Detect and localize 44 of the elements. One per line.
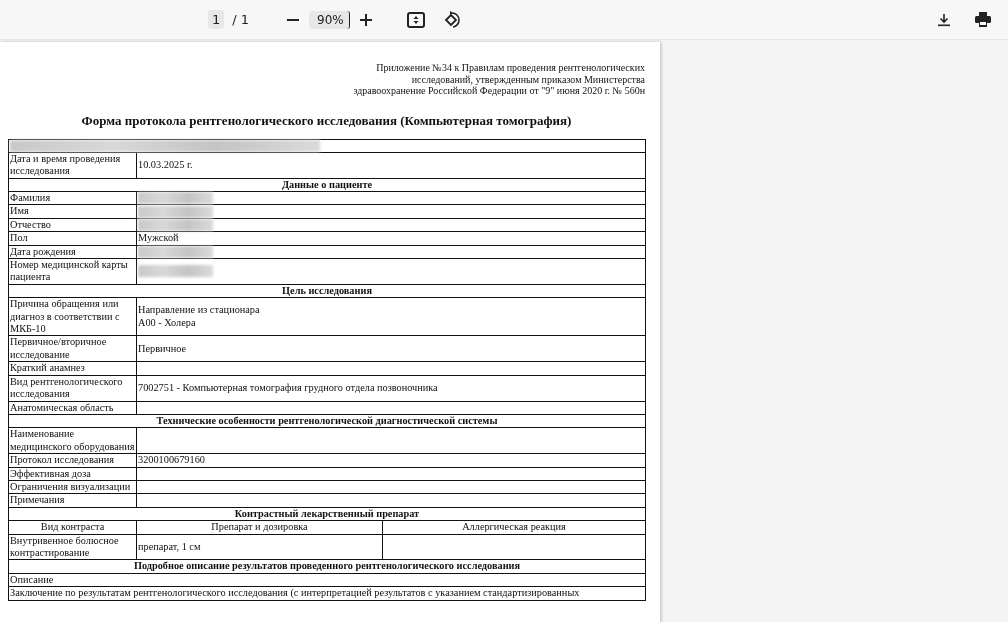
page-count: / 1 — [232, 12, 250, 27]
print-icon[interactable] — [972, 9, 994, 30]
column-header: Препарат и дозировка — [136, 520, 383, 535]
field-label: Описание — [8, 573, 646, 587]
section-heading: Данные о пациенте — [8, 178, 646, 192]
field-label: Номер медицинской карты пациента — [8, 258, 137, 285]
field-label: Вид рентгенологического исследования — [8, 375, 137, 401]
field-value: Первичное — [136, 335, 646, 362]
field-label: Протокол исследования — [8, 453, 137, 468]
section-heading: Цель исследования — [8, 284, 646, 298]
field-label: Причина обращения или диагноз в соответствии с МКБ-10 — [8, 297, 137, 336]
field-label: Примечания — [8, 493, 137, 508]
field-label: Дата рождения — [8, 245, 137, 259]
field-label: Краткий анамнез — [8, 361, 137, 376]
field-value: 7002751 - Компьютерная томография грудного отдела позвоночника — [136, 375, 646, 401]
field-label: Внутривенное болюсное контрастирование — [8, 534, 137, 560]
column-header: Вид контраста — [8, 520, 137, 535]
field-label: Ограничения визуализации — [8, 480, 137, 494]
appendix-text: здравоохранение Российской Федерации от "9" июня 2020 г. № 560н — [352, 85, 645, 97]
field-label: Дата и время проведения исследования — [8, 152, 137, 179]
section-heading: Подробное описание результатов проведенного рентгенологического исследования — [8, 559, 646, 574]
field-label: Имя — [8, 204, 137, 219]
field-value: Направление из стационара А00 - Холера — [136, 297, 646, 336]
field-label: Эффективная доза — [8, 467, 137, 481]
field-label: Фамилия — [8, 191, 137, 205]
page-number-field[interactable]: 1 — [208, 10, 225, 29]
appendix-text: исследований, утвержденным приказом Министерства — [410, 73, 645, 86]
field-label: Первичное/вторичное исследование — [8, 335, 137, 362]
field-label: Наименование медицинского оборудования — [8, 427, 137, 454]
document-title: Форма протокола рентгенологического исследования (Компьютерная томография) — [80, 112, 573, 129]
zoom-field[interactable]: 90% — [309, 10, 350, 29]
field-value: 10.03.2025 г. — [136, 152, 646, 179]
field-label: Пол — [8, 231, 137, 246]
section-heading: Контрастный лекарственный препарат — [8, 507, 646, 521]
field-label: Анатомическая область — [8, 401, 137, 415]
field-label: Отчество — [8, 218, 137, 232]
field-value: 3200100679160 — [136, 453, 646, 468]
section-heading: Технические особенности рентгенологической диагностической системы — [8, 414, 646, 428]
field-label: Заключение по результатам рентгенологического исследования (с интерпретацией результатов с указанием стандартизированных — [8, 586, 646, 601]
appendix-text: Приложение №34 к Правилам проведения рентгенологических — [375, 62, 645, 74]
column-header: Аллергическая реакция — [382, 520, 646, 535]
minus-icon — [287, 18, 300, 21]
table-cell: препарат, 1 см — [136, 534, 383, 560]
field-value: Мужской — [136, 231, 646, 246]
